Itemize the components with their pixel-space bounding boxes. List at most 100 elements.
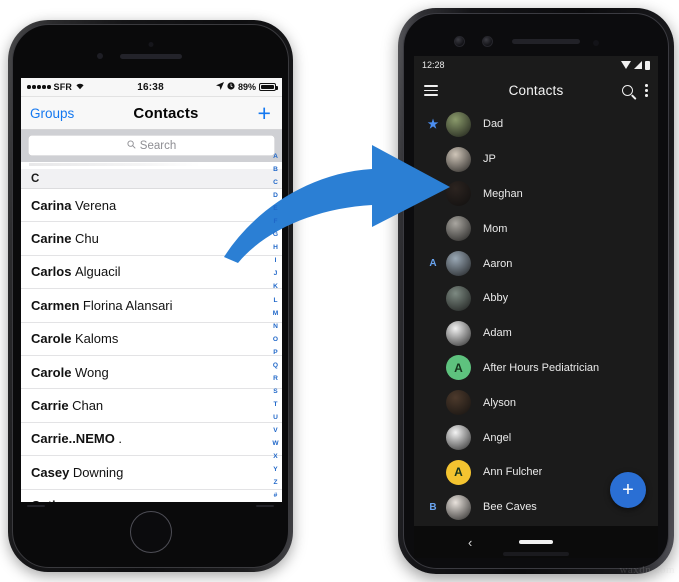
index-letter[interactable]: W <box>272 440 278 448</box>
more-vert-icon[interactable] <box>645 84 648 97</box>
contact-last-name: Wong <box>74 364 109 380</box>
iphone-speaker-right <box>256 505 274 507</box>
contact-row[interactable]: Catia <box>21 489 282 502</box>
contact-first-name: Casey <box>31 464 70 480</box>
index-letter[interactable]: H <box>273 245 278 252</box>
transfer-arrow-icon <box>224 145 450 263</box>
contact-row[interactable]: Casey Downing <box>21 456 282 490</box>
android-status-icons <box>621 60 650 70</box>
index-letter[interactable]: M <box>273 310 279 318</box>
contact-row[interactable]: Adam <box>414 316 658 351</box>
plus-icon[interactable]: + <box>258 101 273 125</box>
contact-row[interactable]: Carrie Chan <box>21 389 282 423</box>
contact-first-name: Carole <box>31 364 72 380</box>
contact-first-name: Carrie <box>31 398 69 414</box>
android-front-camera-1 <box>454 36 465 47</box>
contact-name: Dad <box>483 118 504 131</box>
avatar <box>446 425 471 451</box>
index-letter[interactable]: N <box>273 323 278 331</box>
index-letter[interactable]: S <box>273 388 277 396</box>
avatar <box>446 390 471 416</box>
ios-clock: 16:38 <box>137 81 164 93</box>
home-pill[interactable] <box>519 539 553 545</box>
android-body: 12:28 Contacts ★ Dad JP Meghan Mom A Aar… <box>403 13 669 569</box>
android-screen: 12:28 Contacts ★ Dad JP Meghan Mom A Aar… <box>414 56 658 526</box>
index-letter[interactable]: A <box>273 153 278 161</box>
contact-row[interactable]: Angel <box>414 420 658 455</box>
index-letter[interactable]: G <box>273 232 278 239</box>
ios-nav-bar: Groups Contacts + <box>21 97 282 130</box>
contact-row[interactable]: Carole Wong <box>21 355 282 390</box>
index-letter[interactable]: F <box>273 219 277 226</box>
index-letter[interactable]: E <box>273 206 277 213</box>
ios-status-left: SFR <box>27 82 85 93</box>
groups-back-button[interactable]: Groups <box>30 106 74 121</box>
ios-status-right: 89% <box>215 82 278 92</box>
index-letter[interactable]: # <box>274 493 278 500</box>
contact-first-name: Carlos <box>31 264 72 280</box>
wifi-icon <box>621 61 631 69</box>
index-letter[interactable]: T <box>273 401 277 409</box>
signal-strength-dots-icon <box>27 85 51 89</box>
search-icon <box>127 139 136 152</box>
index-letter[interactable]: B <box>273 166 278 174</box>
alphabet-index[interactable]: A B C D E F G H I J K L M N O P Q R S T U V W X Y Z # <box>270 153 281 500</box>
location-arrow-icon <box>215 82 224 92</box>
index-letter[interactable]: Q <box>273 362 278 370</box>
android-front-camera-2 <box>482 36 493 47</box>
index-letter[interactable]: L <box>273 297 277 305</box>
android-earpiece <box>512 39 580 44</box>
add-contact-fab[interactable]: + <box>610 472 646 508</box>
contact-last-name: Verena <box>74 197 117 213</box>
index-letter[interactable]: X <box>273 453 277 461</box>
index-letter[interactable]: Y <box>273 467 277 474</box>
favorite-star-icon: ★ <box>427 117 439 132</box>
avatar <box>446 111 471 137</box>
iphone-front-camera <box>96 53 103 59</box>
contact-name: JP <box>483 153 496 166</box>
contact-name: After Hours Pediatrician <box>483 361 600 374</box>
wifi-icon <box>75 82 85 93</box>
index-letter[interactable]: D <box>273 193 278 200</box>
search-icon[interactable] <box>622 84 634 96</box>
contact-first-name: Carole <box>31 331 72 347</box>
search-placeholder: Search <box>139 139 177 152</box>
contact-first-name: Carrie..NEMO <box>31 431 115 447</box>
contact-last-name: Florina Alansari <box>82 297 173 313</box>
iphone-home-button[interactable] <box>129 511 172 553</box>
index-letter[interactable]: V <box>273 427 277 435</box>
carrier-label: SFR <box>53 82 73 92</box>
index-letter[interactable]: O <box>273 336 278 344</box>
battery-icon <box>258 82 278 92</box>
contact-name: Abby <box>483 292 509 305</box>
contact-row[interactable]: A After Hours Pediatrician <box>414 351 658 386</box>
index-letter[interactable]: R <box>273 375 278 383</box>
iphone-sensor <box>148 42 153 47</box>
android-device: 12:28 Contacts ★ Dad JP Meghan Mom A Aar… <box>398 8 674 574</box>
contact-name: Alyson <box>483 396 517 409</box>
index-letter[interactable]: U <box>273 414 278 422</box>
avatar <box>446 494 471 520</box>
watermark: waxdn.com <box>619 564 675 576</box>
android-sensor <box>593 40 599 46</box>
index-letter[interactable]: J <box>274 271 278 278</box>
contact-row[interactable]: Carrie..NEMO. <box>21 422 282 457</box>
contact-first-name: Catia <box>31 498 63 502</box>
hamburger-menu-icon[interactable] <box>424 85 438 96</box>
android-app-bar: Contacts <box>414 74 658 107</box>
contact-row[interactable]: Carmen Florina Alansari <box>21 289 282 323</box>
index-letter[interactable]: P <box>273 349 277 357</box>
contact-row[interactable]: Alyson <box>414 385 658 420</box>
android-clock: 12:28 <box>422 60 445 70</box>
index-letter[interactable]: I <box>275 258 277 265</box>
contact-name: Adam <box>483 327 512 340</box>
chevron-left-icon[interactable]: ‹ <box>468 535 472 550</box>
index-letter[interactable]: C <box>273 179 278 187</box>
avatar <box>446 320 471 346</box>
iphone-device: SFR 16:38 89% Groups Contacts + Search C… <box>8 20 293 572</box>
index-letter[interactable]: K <box>273 284 278 291</box>
contact-row[interactable]: Abby <box>414 281 658 316</box>
avatar: A <box>446 459 471 485</box>
contact-row[interactable]: Carole Kaloms <box>21 322 282 356</box>
index-letter[interactable]: Z <box>273 480 277 487</box>
